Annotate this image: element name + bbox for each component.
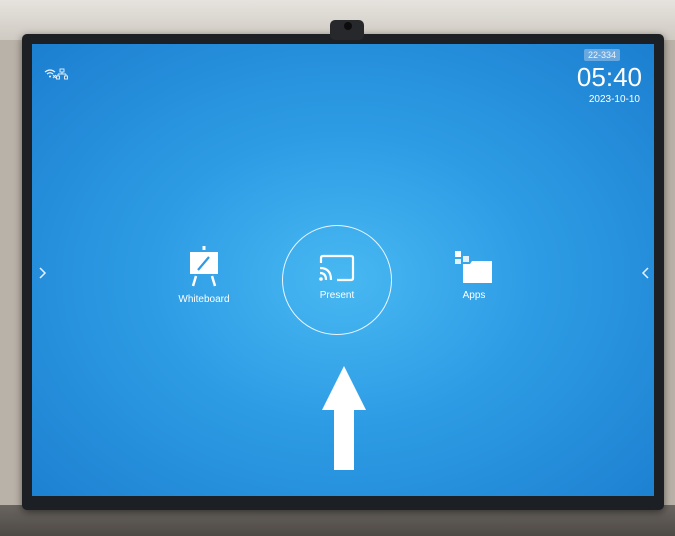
clock-date: 2023-10-10 <box>588 94 640 105</box>
page-left-arrow[interactable] <box>38 266 48 283</box>
apps-tile[interactable]: Apps <box>434 250 514 301</box>
up-arrow-annotation <box>322 366 366 470</box>
chevron-left-icon <box>641 267 649 279</box>
cast-icon <box>319 254 355 282</box>
present-label: Present <box>319 290 355 301</box>
network-status-icons <box>44 68 70 83</box>
easel-pen-icon <box>190 246 218 287</box>
apps-label: Apps <box>462 290 486 301</box>
webcam-lens <box>344 22 352 30</box>
home-screen: 22-334 05:40 2023-10-10 Whiteboard Prese… <box>32 44 654 496</box>
apps-folder-icon <box>455 251 492 283</box>
room-badge: 22-334 <box>583 49 620 61</box>
page-right-arrow[interactable] <box>640 266 650 283</box>
whiteboard-label: Whiteboard <box>178 294 230 305</box>
chevron-right-icon <box>39 267 47 279</box>
whiteboard-tile[interactable]: Whiteboard <box>164 246 244 305</box>
clock-time: 05:40 <box>576 62 642 92</box>
wifi-off-icon <box>44 68 68 80</box>
present-tile[interactable]: Present <box>282 225 392 335</box>
